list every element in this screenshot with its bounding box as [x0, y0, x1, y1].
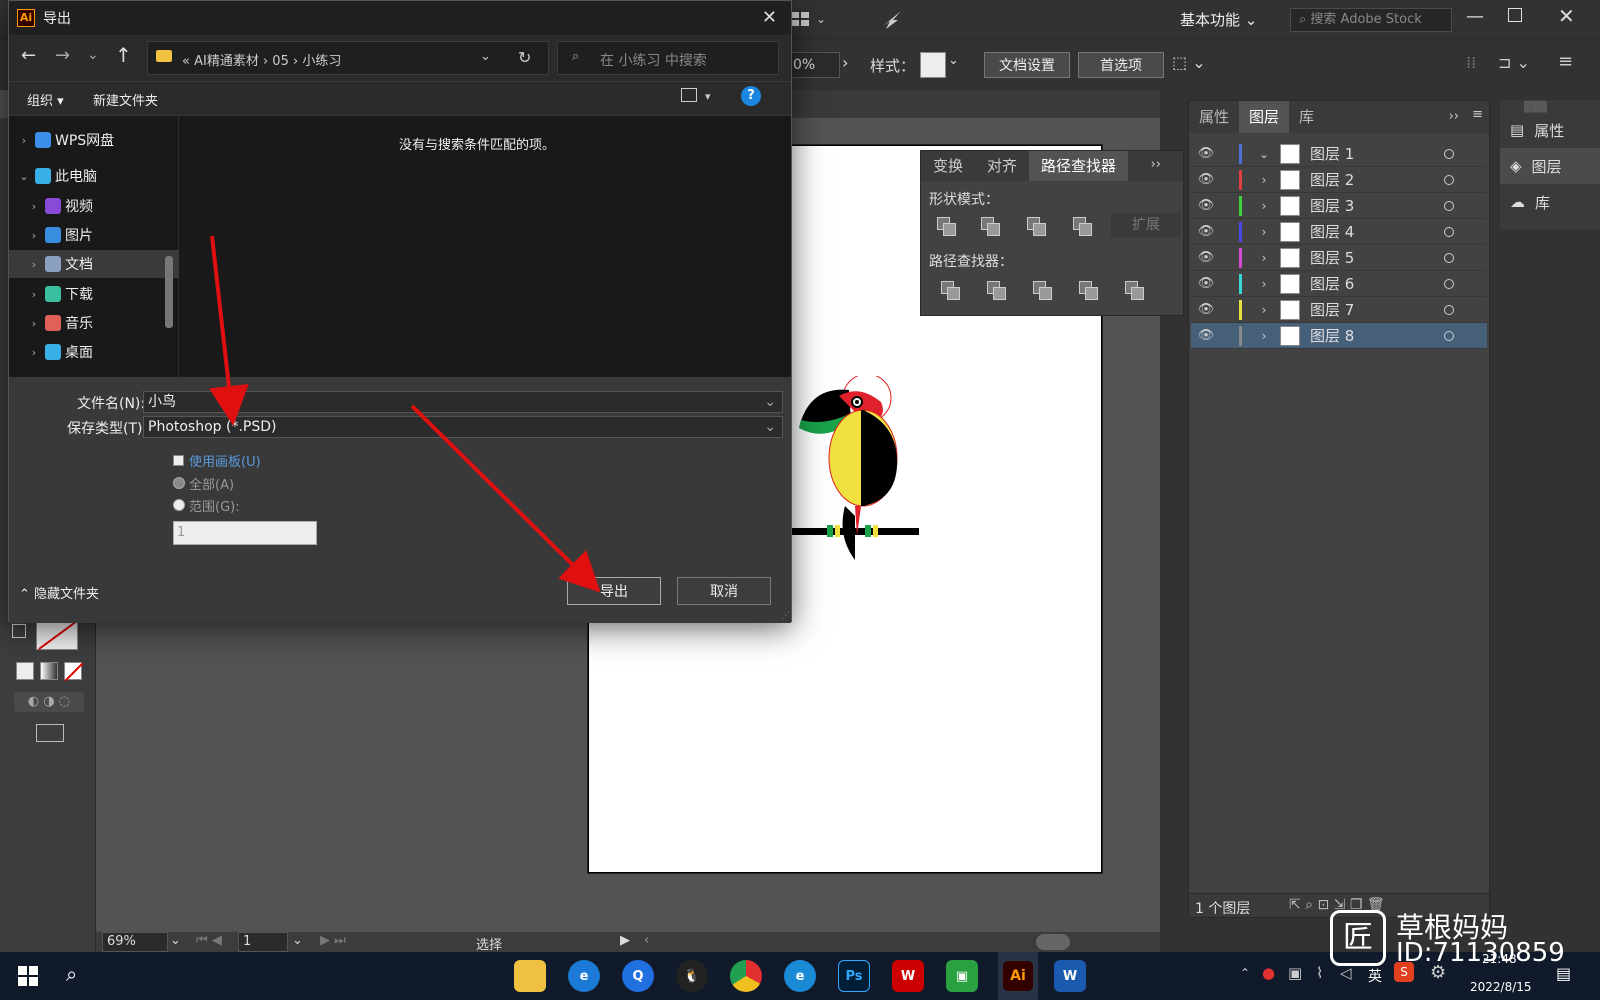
file-explorer-icon[interactable]: [514, 960, 546, 992]
watermark-logo: 匠: [1330, 910, 1386, 966]
watermark: 匠 草根妈妈 ID:71130859: [1330, 910, 1600, 970]
start-icon[interactable]: [18, 966, 38, 990]
tray-qq-icon[interactable]: ●: [1262, 964, 1275, 982]
wifi-icon[interactable]: ⌇: [1316, 964, 1323, 982]
annotation-arrows: [208, 235, 601, 593]
photoshop-icon[interactable]: Ps: [838, 960, 870, 992]
ie-browser-icon[interactable]: e: [568, 960, 600, 992]
search-app-icon[interactable]: Q: [622, 960, 654, 992]
edge-icon[interactable]: e: [784, 960, 816, 992]
tray-overflow-icon[interactable]: ⌃: [1240, 966, 1250, 980]
arrow-to-export: [410, 404, 601, 593]
arrow-to-filetype: [208, 235, 249, 426]
search-icon[interactable]: ⌕: [66, 962, 77, 986]
clock-date[interactable]: 2022/8/15: [1470, 980, 1532, 994]
wps-icon[interactable]: W: [892, 960, 924, 992]
chrome-icon[interactable]: [730, 960, 762, 992]
recorder-icon[interactable]: ▣: [946, 960, 978, 992]
tray-device-icon[interactable]: ▣: [1288, 964, 1302, 982]
illustrator-icon: Ai: [1003, 961, 1033, 991]
watermark-id: ID:71130859: [1396, 938, 1565, 968]
word-icon[interactable]: W: [1054, 960, 1086, 992]
qq-icon[interactable]: 🐧: [676, 960, 708, 992]
illustrator-taskbar-icon[interactable]: Ai: [998, 952, 1038, 1000]
